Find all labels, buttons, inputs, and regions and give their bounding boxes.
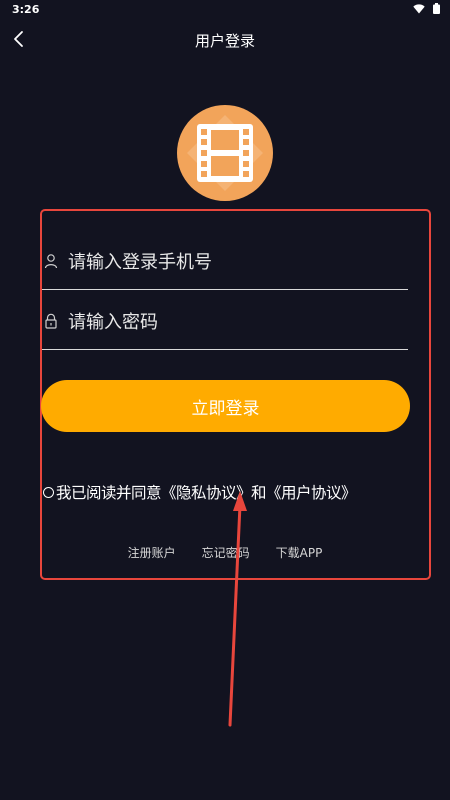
bottom-links: 注册账户 忘记密码 下载APP	[0, 544, 450, 562]
register-link[interactable]: 注册账户	[128, 544, 176, 562]
app-logo	[177, 105, 273, 201]
download-app-link[interactable]: 下载APP	[276, 544, 323, 562]
lock-icon	[45, 313, 57, 329]
phone-input[interactable]	[68, 246, 398, 278]
status-bar: 3:26	[0, 0, 450, 22]
agreement-prefix: 我已阅读并同意	[56, 484, 162, 502]
user-icon	[44, 254, 58, 269]
status-time: 3:26	[12, 3, 40, 16]
wifi-icon	[413, 3, 425, 13]
agreement-row: 我已阅读并同意 《隐私协议》 和 《用户协议》	[43, 481, 413, 503]
forgot-password-link[interactable]: 忘记密码	[202, 544, 250, 562]
password-field	[42, 299, 408, 350]
privacy-agreement-link[interactable]: 《隐私协议》	[161, 481, 252, 503]
agreement-radio[interactable]	[43, 486, 54, 498]
header: 用户登录	[0, 22, 450, 56]
user-agreement-link[interactable]: 《用户协议》	[266, 481, 357, 503]
login-button[interactable]: 立即登录	[41, 380, 410, 432]
battery-icon	[433, 3, 440, 14]
film-icon	[187, 115, 263, 191]
password-input[interactable]	[68, 306, 398, 338]
page-title: 用户登录	[194, 32, 255, 50]
agreement-conjunction: 和	[251, 484, 267, 502]
status-icons	[413, 3, 440, 14]
phone-field	[42, 239, 408, 290]
